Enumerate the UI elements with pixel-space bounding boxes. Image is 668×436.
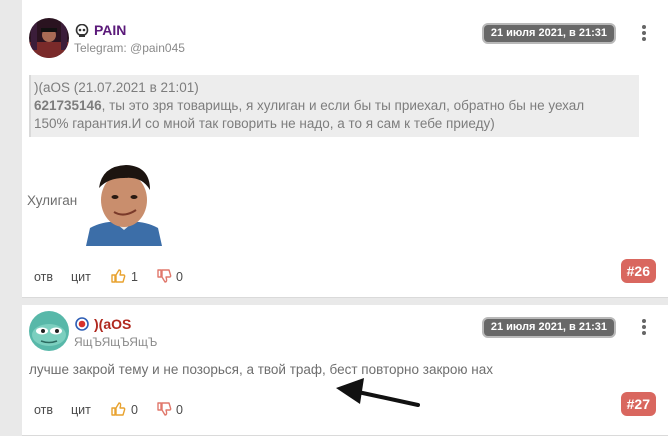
like-count: 0: [131, 403, 138, 417]
skull-icon: [75, 24, 89, 37]
username[interactable]: )(aOS: [94, 316, 131, 332]
post-image[interactable]: [84, 160, 164, 246]
user-status: ЯщЪЯщЪЯщЪ: [74, 335, 158, 349]
post: )(aOS ЯщЪЯщЪЯщЪ 21 июля 2021, в 21:31 лу…: [22, 305, 668, 436]
avatar[interactable]: [29, 18, 69, 58]
user-status: Telegram: @pain045: [74, 41, 185, 55]
quote-text: , ты это зря товарищь, я хулиган и если …: [101, 98, 585, 113]
quote-header: )(aOS (21.07.2021 в 21:01): [34, 80, 199, 95]
post: PAIN Telegram: @pain045 21 июля 2021, в …: [22, 0, 668, 298]
quote-line: 621735146, ты это зря товарищь, я хулига…: [34, 97, 636, 115]
avatar[interactable]: [29, 311, 69, 351]
thumbs-down-icon[interactable]: [156, 401, 172, 417]
reply-button[interactable]: отв: [34, 270, 53, 284]
quote-button[interactable]: цит: [71, 270, 91, 284]
more-vertical-icon[interactable]: [642, 319, 646, 335]
more-vertical-icon[interactable]: [642, 25, 646, 41]
quote-line: 150% гарантия.И со мной так говорить не …: [34, 116, 495, 131]
thumbs-up-icon[interactable]: [110, 268, 126, 284]
username[interactable]: PAIN: [94, 22, 126, 38]
dislike-count: 0: [176, 270, 183, 284]
thumbs-down-icon[interactable]: [156, 268, 172, 284]
post-number-badge[interactable]: #26: [620, 259, 656, 283]
like-count: 1: [131, 270, 138, 284]
post-date[interactable]: 21 июля 2021, в 21:31: [481, 23, 616, 44]
post-number-badge[interactable]: #27: [620, 392, 656, 416]
dislike-count: 0: [176, 403, 183, 417]
post-text: Хулиган: [27, 193, 78, 208]
thumbs-up-icon[interactable]: [110, 401, 126, 417]
post-text: лучше закрой тему и не позорься, а твой …: [29, 362, 493, 377]
target-icon: [75, 317, 89, 331]
post-date[interactable]: 21 июля 2021, в 21:31: [481, 317, 616, 338]
reply-button[interactable]: отв: [34, 403, 53, 417]
quote-mention[interactable]: 621735146: [34, 98, 102, 113]
quote-block: )(aOS (21.07.2021 в 21:01) 621735146, ты…: [29, 75, 639, 137]
quote-button[interactable]: цит: [71, 403, 91, 417]
